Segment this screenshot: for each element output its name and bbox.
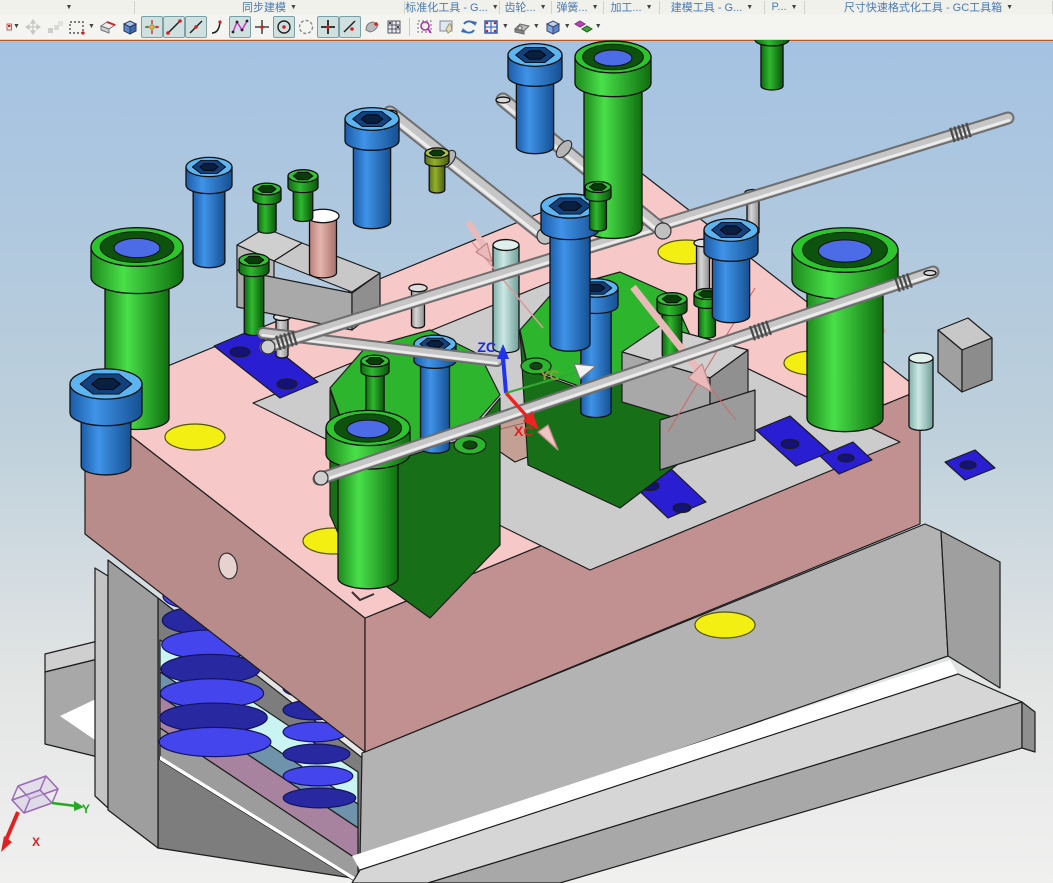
face-point-icon[interactable] — [361, 16, 383, 38]
zoom-fit-icon[interactable] — [414, 16, 436, 38]
chevron-down-icon[interactable]: ▼ — [592, 4, 599, 11]
toolbar-tabs: ▼同步建模▼标准化工具 - G...▼齿轮...▼弹簧...▼加工...▼建模工… — [0, 0, 1053, 14]
view-x-label: X — [32, 835, 40, 849]
circle-center-tool-icon[interactable] — [273, 16, 295, 38]
toolbar-tab-7[interactable]: P... ▼ — [765, 1, 805, 14]
line-tool-icon[interactable] — [163, 16, 185, 38]
chevron-down-icon[interactable]: ▼ — [290, 4, 297, 11]
fillet-curve-tool-icon[interactable] — [207, 16, 229, 38]
plus-point-tool-icon[interactable] — [317, 16, 339, 38]
chevron-down-icon[interactable]: ▼ — [564, 23, 571, 30]
shaded-cube-icon[interactable] — [119, 16, 141, 38]
rotate-view-icon[interactable] — [458, 16, 480, 38]
toolbar-tab-label: 弹簧... — [556, 1, 587, 14]
chevron-down-icon[interactable]: ▼ — [540, 4, 547, 11]
chevron-down-icon[interactable]: ▼ — [492, 4, 499, 11]
chevron-down-icon[interactable]: ▼ — [595, 23, 602, 30]
format-brush-icon[interactable] — [1, 16, 13, 38]
toolbar-tab-0[interactable]: ▼ — [0, 1, 135, 14]
chevron-down-icon[interactable]: ▼ — [1006, 4, 1013, 11]
viewport-3d[interactable]: ZC YC XC X Y — [0, 0, 1053, 883]
snap-grid-icon[interactable] — [480, 16, 502, 38]
chamfer-line-tool-icon[interactable] — [339, 16, 361, 38]
view-y-label: Y — [82, 802, 90, 816]
ellipse-tool-icon[interactable] — [295, 16, 317, 38]
cad-window: { "toolbar_row1": { "items": [ {"label":… — [0, 0, 1053, 883]
support-pillar-left[interactable] — [95, 560, 158, 848]
chevron-down-icon[interactable]: ▼ — [791, 4, 798, 11]
point-tool-icon[interactable] — [141, 16, 163, 38]
toolbar-tab-5[interactable]: 加工... ▼ — [604, 1, 660, 14]
toolbar-tab-label: 尺寸快速格式化工具 - GC工具箱 — [844, 1, 1002, 14]
grid-table-icon[interactable] — [383, 16, 405, 38]
toolbar-tab-3[interactable]: 齿轮... ▼ — [500, 1, 552, 14]
wcs-y-label: YC — [540, 367, 559, 383]
toolbar-tab-label: 同步建模 — [242, 1, 286, 14]
toolbar-divider — [409, 18, 410, 36]
chevron-down-icon[interactable]: ▼ — [66, 4, 73, 11]
toolbar-tab-label: 建模工具 - G... — [671, 1, 743, 14]
render-style-icon[interactable] — [511, 16, 533, 38]
move-face-icon[interactable] — [22, 16, 44, 38]
guide-bushing-right[interactable] — [792, 228, 898, 432]
point-axis-icon[interactable] — [251, 16, 273, 38]
guide-bushing-centerleft[interactable] — [326, 410, 410, 588]
delete-face-icon[interactable] — [97, 16, 119, 38]
toolbar-tab-8[interactable]: 尺寸快速格式化工具 - GC工具箱 ▼ — [805, 1, 1053, 14]
toolbar-tab-6[interactable]: 建模工具 - G...▼ — [660, 1, 765, 14]
toolbar-icons: ▼ ▼ ▼ ▼ ▼ ▼ — [0, 14, 1053, 40]
spline-tool-icon[interactable] — [229, 16, 251, 38]
select-marquee-icon[interactable] — [66, 16, 88, 38]
pan-view-icon[interactable] — [436, 16, 458, 38]
date-insert-right[interactable] — [909, 353, 933, 430]
chevron-down-icon[interactable]: ▼ — [646, 4, 653, 11]
line-midpoint-tool-icon[interactable] — [185, 16, 207, 38]
toolbar-tab-label: P... — [771, 1, 786, 13]
toolbar-tab-label: 加工... — [610, 1, 641, 14]
toolbar-tab-2[interactable]: 标准化工具 - G... ▼ — [405, 1, 500, 14]
wcs-z-label: ZC — [477, 339, 496, 355]
chevron-down-icon[interactable]: ▼ — [533, 23, 540, 30]
chevron-down-icon[interactable]: ▼ — [746, 4, 753, 11]
wcs-x-label: XC — [514, 423, 533, 439]
date-insert-left[interactable] — [493, 240, 519, 353]
toolbar-tab-4[interactable]: 弹簧... ▼ — [552, 1, 604, 14]
visualize-shape-icon[interactable] — [573, 16, 595, 38]
toolbar-tab-1[interactable]: 同步建模 ▼ — [135, 1, 405, 14]
pattern-face-icon[interactable] — [44, 16, 66, 38]
chevron-down-icon[interactable]: ▼ — [88, 23, 95, 30]
shaded-view-icon[interactable] — [542, 16, 564, 38]
chevron-down-icon[interactable]: ▼ — [502, 23, 509, 30]
toolbar-tab-label: 齿轮... — [504, 1, 535, 14]
toolbar-tab-label: 标准化工具 - G... — [405, 1, 488, 14]
chevron-down-icon[interactable]: ▼ — [13, 23, 20, 30]
